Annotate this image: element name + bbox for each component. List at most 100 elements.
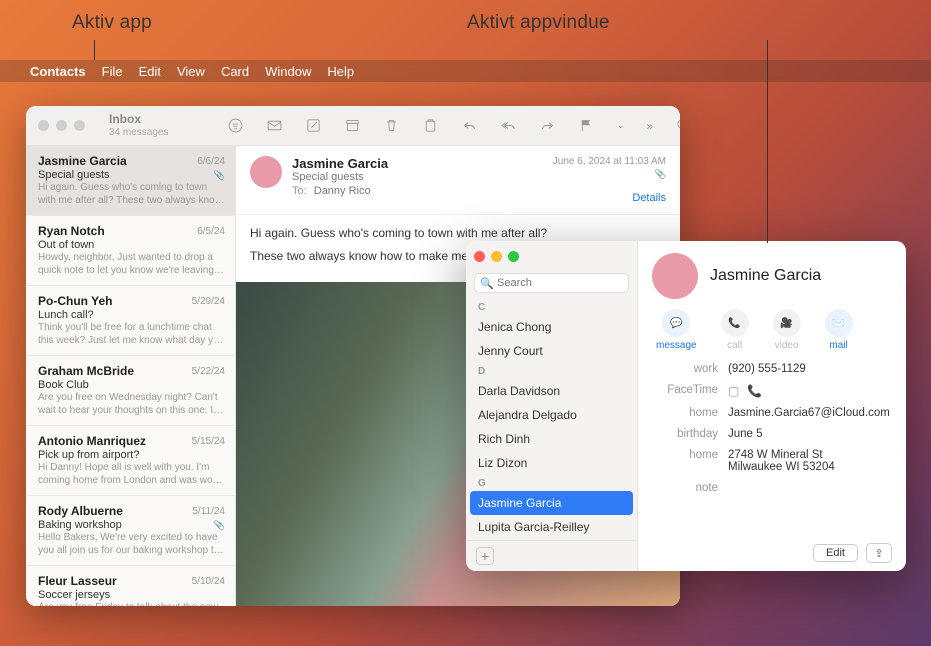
callout-line <box>767 40 768 243</box>
action-label: message <box>656 340 697 351</box>
details-button[interactable]: Details <box>553 192 666 204</box>
minimize-button[interactable] <box>56 120 67 131</box>
add-contact-button[interactable]: + <box>476 547 494 565</box>
msg-subject: Pick up from airport? <box>38 449 139 461</box>
contacts-window: 🔍 CJenica ChongJenny CourtDDarla Davidso… <box>466 241 906 571</box>
junk-icon[interactable] <box>422 117 439 134</box>
msg-date: 6/6/24 <box>197 156 225 167</box>
flag-icon[interactable] <box>578 117 595 134</box>
message-list[interactable]: Jasmine Garcia6/6/24 Special guests📎 Hi … <box>26 146 236 606</box>
contacts-list[interactable]: CJenica ChongJenny CourtDDarla DavidsonA… <box>466 299 637 540</box>
menu-view[interactable]: View <box>177 64 205 79</box>
reply-icon[interactable] <box>461 117 478 134</box>
menu-edit[interactable]: Edit <box>139 64 161 79</box>
contacts-search: 🔍 <box>474 273 629 293</box>
edit-button[interactable]: Edit <box>813 544 858 562</box>
call-action[interactable]: 📞call <box>721 309 749 351</box>
message-list-item[interactable]: Fleur Lasseur5/10/24 Soccer jerseys Are … <box>26 566 235 606</box>
zoom-button[interactable] <box>74 120 85 131</box>
address-line: Milwaukee WI 53204 <box>728 461 892 473</box>
msg-date: 5/29/24 <box>192 296 225 307</box>
message-list-item[interactable]: Graham McBride5/22/24 Book Club Are you … <box>26 356 235 426</box>
field-value-home-address[interactable]: 2748 W Mineral St Milwaukee WI 53204 <box>728 449 892 473</box>
msg-preview: Are you free on Wednesday night? Can't w… <box>38 392 225 417</box>
field-label-facetime: FaceTime <box>652 384 718 396</box>
mail-action[interactable]: ✉️mail <box>825 309 853 351</box>
msg-preview: Hello Bakers, We're very excited to have… <box>38 532 225 557</box>
contacts-list-item[interactable]: Jasmine Garcia <box>470 491 633 515</box>
reader-date: June 6, 2024 at 11:03 AM <box>553 156 666 167</box>
compose-icon[interactable] <box>305 117 322 134</box>
attachment-icon: 📎 <box>214 520 225 531</box>
filter-icon[interactable] <box>227 117 244 134</box>
msg-preview: Howdy, neighbor, Just wanted to drop a q… <box>38 252 225 277</box>
search-icon[interactable] <box>675 117 680 134</box>
trash-icon[interactable] <box>383 117 400 134</box>
close-button[interactable] <box>474 251 485 262</box>
search-icon: 🔍 <box>480 277 494 290</box>
msg-date: 5/15/24 <box>192 436 225 447</box>
contacts-list-item[interactable]: Alejandra Delgado <box>466 403 637 427</box>
contacts-list-item[interactable]: Rich Dinh <box>466 427 637 451</box>
field-value-work-phone[interactable]: (920) 555-1129 <box>728 363 892 375</box>
share-button[interactable]: ⇪ <box>866 543 892 563</box>
contacts-list-item[interactable]: Lupita Garcia-Reilley <box>466 515 637 539</box>
msg-from: Fleur Lasseur <box>38 574 117 588</box>
msg-subject: Soccer jerseys <box>38 589 110 601</box>
contacts-list-item[interactable]: Liz Dizon <box>466 451 637 475</box>
menubar-app-name[interactable]: Contacts <box>30 64 86 79</box>
minimize-button[interactable] <box>491 251 502 262</box>
msg-subject: Out of town <box>38 239 94 251</box>
msg-date: 5/22/24 <box>192 366 225 377</box>
contacts-list-item[interactable]: Darla Davidson <box>466 379 637 403</box>
field-label-work: work <box>652 363 718 375</box>
menu-help[interactable]: Help <box>327 64 354 79</box>
contacts-section-header: G <box>466 475 637 491</box>
message-list-item[interactable]: Po-Chun Yeh5/29/24 Lunch call? Think you… <box>26 286 235 356</box>
attachment-icon: 📎 <box>655 169 666 179</box>
message-list-item[interactable]: Antonio Manriquez5/15/24 Pick up from ai… <box>26 426 235 496</box>
field-value-home-email[interactable]: Jasmine.Garcia67@iCloud.com <box>728 407 892 419</box>
contacts-list-item[interactable]: Jenica Chong <box>466 315 637 339</box>
msg-subject: Lunch call? <box>38 309 94 321</box>
sender-avatar[interactable] <box>250 156 282 188</box>
forward-icon[interactable] <box>539 117 556 134</box>
body-line: Hi again. Guess who's coming to town wit… <box>250 225 666 242</box>
envelope-icon[interactable] <box>266 117 283 134</box>
msg-from: Po-Chun Yeh <box>38 294 112 308</box>
msg-from: Rody Albuerne <box>38 504 123 518</box>
menu-card[interactable]: Card <box>221 64 249 79</box>
field-label-home-email: home <box>652 407 718 419</box>
menubar: Contacts File Edit View Card Window Help <box>0 60 931 82</box>
action-label: call <box>727 340 742 351</box>
more-icon[interactable]: » <box>647 119 654 133</box>
menu-file[interactable]: File <box>102 64 123 79</box>
message-list-item[interactable]: Jasmine Garcia6/6/24 Special guests📎 Hi … <box>26 146 235 216</box>
contact-actions: 💬message 📞call 🎥video ✉️mail <box>652 309 892 351</box>
zoom-button[interactable] <box>508 251 519 262</box>
menu-window[interactable]: Window <box>265 64 311 79</box>
inbox-label: Inbox <box>109 113 219 126</box>
facetime-icons: ▢📞 <box>728 384 892 398</box>
video-action[interactable]: 🎥video <box>773 309 801 351</box>
archive-icon[interactable] <box>344 117 361 134</box>
action-label: video <box>775 340 799 351</box>
message-list-item[interactable]: Rody Albuerne5/11/24 Baking workshop📎 He… <box>26 496 235 566</box>
reply-all-icon[interactable] <box>500 117 517 134</box>
chevron-down-icon[interactable]: ⌄ <box>617 120 625 131</box>
reader-header: Jasmine Garcia Special guests To: Danny … <box>236 146 680 215</box>
search-input[interactable] <box>474 273 629 293</box>
callout-active-window: Aktivt appvindue <box>467 12 610 34</box>
attachment-icon: 📎 <box>214 170 225 181</box>
facetime-video-icon[interactable]: ▢ <box>728 384 739 398</box>
contacts-section-header: D <box>466 363 637 379</box>
message-action[interactable]: 💬message <box>656 309 697 351</box>
contact-avatar[interactable] <box>652 253 698 299</box>
contacts-list-item[interactable]: Jenny Court <box>466 339 637 363</box>
facetime-audio-icon[interactable]: 📞 <box>747 384 762 398</box>
to-value: Danny Rico <box>314 185 371 197</box>
close-button[interactable] <box>38 120 49 131</box>
to-label: To: <box>292 185 307 197</box>
msg-date: 6/5/24 <box>197 226 225 237</box>
message-list-item[interactable]: Ryan Notch6/5/24 Out of town Howdy, neig… <box>26 216 235 286</box>
